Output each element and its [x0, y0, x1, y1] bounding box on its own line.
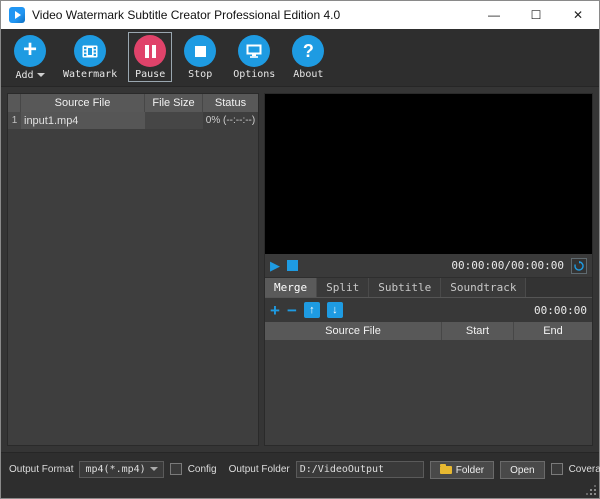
stop-playback-button[interactable] — [287, 260, 298, 271]
row-status: 0% (--:--:--) — [203, 112, 258, 129]
add-button[interactable]: + Add — [9, 33, 51, 82]
source-file-panel: Source File File Size Status 1 input1.mp… — [7, 93, 259, 446]
watermark-label: Watermark — [63, 69, 117, 80]
options-button[interactable]: Options — [229, 33, 279, 81]
window-controls: — ☐ ✕ — [473, 1, 599, 29]
open-button-label: Open — [510, 465, 534, 476]
move-down-button[interactable]: ↓ — [327, 302, 343, 318]
move-up-button[interactable]: ↑ — [304, 302, 320, 318]
config-checkbox[interactable] — [170, 463, 182, 475]
row-file-size — [145, 112, 203, 129]
tab-subtitle[interactable]: Subtitle — [369, 278, 441, 297]
merge-column-start[interactable]: Start — [442, 322, 514, 340]
stop-label: Stop — [188, 69, 212, 80]
stop-icon — [184, 35, 216, 67]
add-clip-button[interactable]: + — [270, 302, 280, 319]
tab-soundtrack[interactable]: Soundtrack — [441, 278, 526, 297]
add-dropdown-caret[interactable] — [37, 73, 45, 81]
output-format-select[interactable]: mp4(*.mp4) — [79, 461, 163, 478]
folder-button[interactable]: Folder — [430, 461, 494, 479]
output-format-value: mp4(*.mp4) — [85, 464, 145, 475]
open-button[interactable]: Open — [500, 461, 544, 479]
loop-button[interactable] — [571, 258, 587, 274]
chevron-down-icon — [150, 467, 158, 475]
about-icon: ? — [292, 35, 324, 67]
remove-clip-button[interactable]: − — [287, 302, 297, 319]
editor-tabs: Merge Split Subtitle Soundtrack — [265, 278, 592, 298]
watermark-icon — [74, 35, 106, 67]
column-source-file[interactable]: Source File — [21, 94, 145, 112]
add-icon: + — [14, 35, 46, 67]
row-source-file: input1.mp4 — [21, 112, 145, 129]
merge-column-source-file[interactable]: Source File — [265, 322, 442, 340]
file-table-row[interactable]: 1 input1.mp4 0% (--:--:--) — [8, 112, 258, 129]
add-label: Add — [15, 70, 33, 81]
folder-button-label: Folder — [456, 465, 484, 476]
close-button[interactable]: ✕ — [557, 1, 599, 29]
coverage-label: Coverage — [569, 461, 600, 478]
loop-icon — [574, 261, 584, 271]
merge-table-header: Source File Start End — [265, 322, 592, 340]
options-icon — [238, 35, 270, 67]
pause-button[interactable]: Pause — [129, 33, 171, 81]
main-content: Source File File Size Status 1 input1.mp… — [1, 87, 599, 452]
config-label: Config — [188, 461, 217, 478]
playback-time: 00:00:00/00:00:00 — [451, 259, 564, 272]
play-button[interactable]: ▶ — [270, 259, 280, 272]
coverage-checkbox[interactable] — [551, 463, 563, 475]
options-label: Options — [233, 69, 275, 80]
app-window: Video Watermark Subtitle Creator Profess… — [0, 0, 600, 499]
column-row-number — [8, 94, 21, 112]
resize-grip[interactable] — [587, 486, 596, 495]
stop-button[interactable]: Stop — [179, 33, 221, 81]
player-controls: ▶ 00:00:00/00:00:00 — [265, 254, 592, 278]
minimize-button[interactable]: — — [473, 1, 515, 29]
folder-icon — [440, 466, 452, 474]
merge-table-empty-area — [265, 340, 592, 445]
status-bar: Output Format mp4(*.mp4) Config Output F… — [1, 452, 599, 498]
app-icon — [9, 7, 25, 23]
output-folder-label: Output Folder — [229, 461, 290, 478]
pause-label: Pause — [135, 69, 165, 80]
merge-toolbar: + − ↑ ↓ 00:00:00 — [265, 298, 592, 322]
output-folder-input[interactable] — [296, 461, 424, 478]
video-preview[interactable] — [265, 94, 592, 254]
column-status[interactable]: Status — [203, 94, 258, 112]
file-table-header: Source File File Size Status — [8, 94, 258, 112]
about-button[interactable]: ? About — [287, 33, 329, 81]
watermark-button[interactable]: Watermark — [59, 33, 121, 81]
column-file-size[interactable]: File Size — [145, 94, 203, 112]
merge-total-time: 00:00:00 — [534, 304, 587, 317]
preview-panel: ▶ 00:00:00/00:00:00 Merge Split Subtitle… — [264, 93, 593, 446]
row-number: 1 — [8, 112, 21, 129]
pause-icon — [134, 35, 166, 67]
file-table-empty-area — [8, 129, 258, 445]
about-label: About — [293, 69, 323, 80]
merge-column-end[interactable]: End — [514, 322, 592, 340]
tab-merge[interactable]: Merge — [265, 278, 317, 297]
title-bar: Video Watermark Subtitle Creator Profess… — [1, 1, 599, 29]
tab-split[interactable]: Split — [317, 278, 369, 297]
main-toolbar: + Add Watermark — [1, 29, 599, 87]
window-title: Video Watermark Subtitle Creator Profess… — [32, 8, 340, 22]
output-format-label: Output Format — [9, 461, 73, 478]
maximize-button[interactable]: ☐ — [515, 1, 557, 29]
